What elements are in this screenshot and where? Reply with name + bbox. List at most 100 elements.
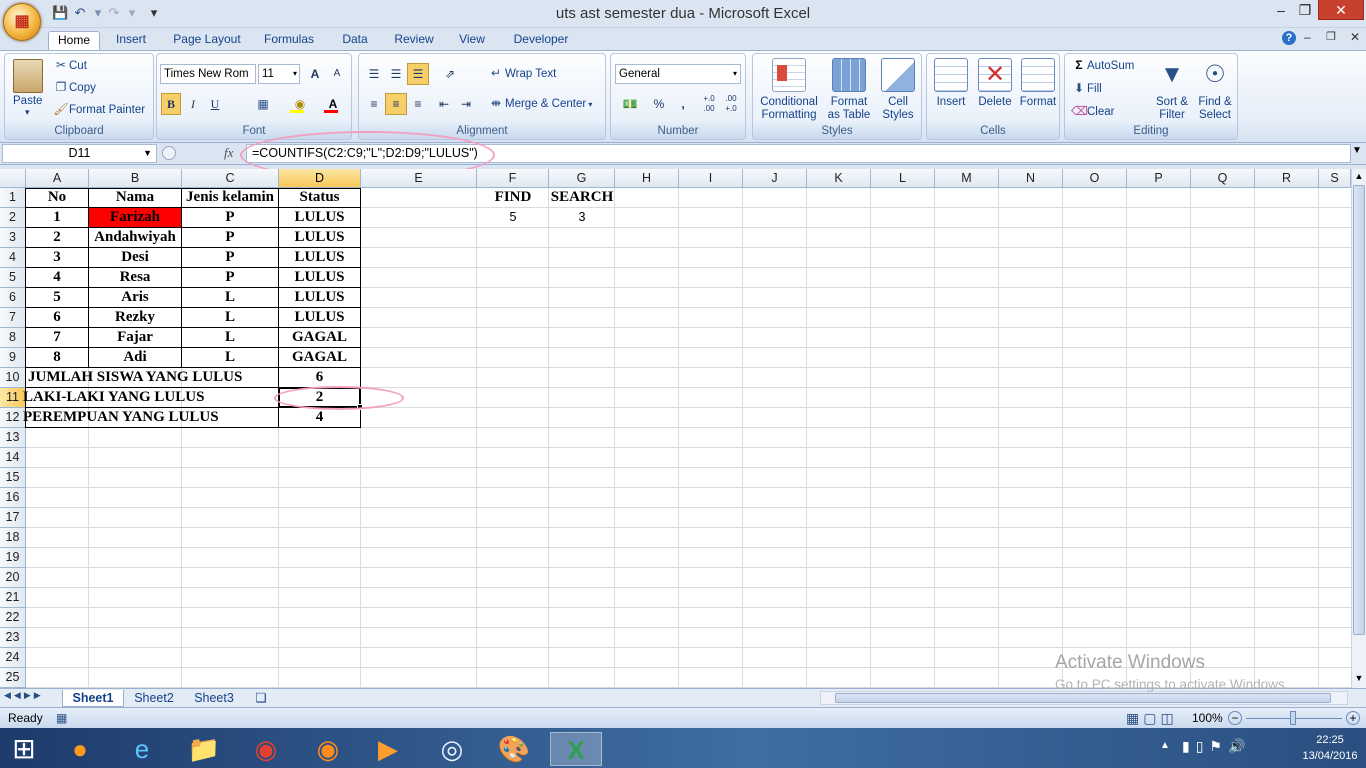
tab-formulas[interactable]: Formulas xyxy=(258,31,320,50)
tray-expand-icon[interactable]: ▲ xyxy=(1160,740,1170,751)
column-header-a[interactable]: A xyxy=(26,169,89,188)
customize-qat-icon[interactable]: ▾ xyxy=(146,5,162,21)
align-right-icon[interactable]: ≡ xyxy=(407,93,429,115)
zoom-slider-thumb[interactable] xyxy=(1290,711,1296,725)
save-icon[interactable]: 💾 xyxy=(52,5,68,21)
column-header-r[interactable]: R xyxy=(1255,169,1319,188)
table-cell[interactable]: Aris xyxy=(89,288,182,308)
table-cell[interactable]: GAGAL xyxy=(279,348,361,368)
row-header-15[interactable]: 15 xyxy=(0,468,26,488)
sheet-tab-1[interactable]: Sheet1 xyxy=(62,690,124,707)
zoom-out-icon[interactable]: − xyxy=(1228,711,1242,725)
table-cell[interactable]: LULUS xyxy=(279,248,361,268)
fill-button[interactable]: ⬇ Fill xyxy=(1071,81,1102,99)
search-header[interactable]: SEARCH xyxy=(549,188,615,208)
conditional-formatting-button[interactable]: Conditional Formatting xyxy=(755,56,823,124)
tab-view[interactable]: View xyxy=(452,31,492,50)
paint-icon[interactable]: 🎨 xyxy=(492,732,536,766)
ribbon-minimize-icon[interactable]: – xyxy=(1304,30,1311,44)
undo-icon[interactable]: ↶ xyxy=(72,5,88,21)
column-header-d[interactable]: D xyxy=(279,169,361,188)
tab-data[interactable]: Data xyxy=(334,31,376,50)
sheet-tab-3[interactable]: Sheet3 xyxy=(186,690,242,707)
clock-date[interactable]: 13/04/2016 xyxy=(1296,750,1364,762)
bold-button[interactable]: B xyxy=(161,93,181,115)
row-header-4[interactable]: 4 xyxy=(0,248,26,268)
tab-developer[interactable]: Developer xyxy=(506,31,576,50)
column-header-f[interactable]: F xyxy=(477,169,549,188)
font-size-combo[interactable]: 11 ▾ xyxy=(258,64,300,84)
row-header-19[interactable]: 19 xyxy=(0,548,26,568)
table-cell[interactable]: LULUS xyxy=(279,208,361,228)
row-header-18[interactable]: 18 xyxy=(0,528,26,548)
column-header-j[interactable]: J xyxy=(743,169,807,188)
font-color-button[interactable]: A xyxy=(319,93,347,115)
table-cell[interactable]: L xyxy=(182,328,279,348)
undo-dropdown-icon[interactable]: ▾ xyxy=(90,5,106,21)
row-header-22[interactable]: 22 xyxy=(0,608,26,628)
file-explorer-icon[interactable]: 📁 xyxy=(182,732,226,766)
ribbon-restore-icon[interactable]: ❐ xyxy=(1326,30,1336,43)
table-cell[interactable]: LULUS xyxy=(279,288,361,308)
merge-center-button[interactable]: ⇼ Merge & Center ▾ xyxy=(487,96,592,114)
decrease-decimal-button[interactable]: .00 +.0 xyxy=(721,93,741,115)
table-cell[interactable]: 5 xyxy=(26,288,89,308)
column-header-q[interactable]: Q xyxy=(1191,169,1255,188)
orientation-icon[interactable]: ⇗ xyxy=(435,63,465,85)
table-cell[interactable]: P xyxy=(182,228,279,248)
column-header-k[interactable]: K xyxy=(807,169,871,188)
row-header-10[interactable]: 10 xyxy=(0,368,26,388)
column-header-b[interactable]: B xyxy=(89,169,182,188)
excel-taskbar-icon[interactable]: X xyxy=(550,732,602,766)
name-box-resize-handle[interactable] xyxy=(162,146,176,160)
tab-review[interactable]: Review xyxy=(388,31,440,50)
column-header-e[interactable]: E xyxy=(361,169,477,188)
fill-color-button[interactable]: ◉ xyxy=(285,93,315,115)
active-cell-border[interactable] xyxy=(278,387,361,408)
table-cell[interactable]: P xyxy=(182,268,279,288)
network-app-icon[interactable]: ◎ xyxy=(430,732,474,766)
font-name-combo[interactable]: Times New Rom xyxy=(160,64,256,84)
number-format-combo[interactable]: General ▾ xyxy=(615,64,741,84)
office-button[interactable]: ▦ xyxy=(3,3,41,41)
paste-button[interactable]: Paste ▾ xyxy=(9,57,49,117)
table-cell[interactable]: Rezky xyxy=(89,308,182,328)
firefox-icon[interactable]: ◉ xyxy=(306,732,350,766)
table-cell[interactable]: 7 xyxy=(26,328,89,348)
row-header-9[interactable]: 9 xyxy=(0,348,26,368)
internet-explorer-icon[interactable]: e xyxy=(120,732,164,766)
table-cell[interactable]: L xyxy=(182,348,279,368)
align-top-icon[interactable]: ☰ xyxy=(363,63,385,85)
table-cell[interactable]: Fajar xyxy=(89,328,182,348)
row-header-13[interactable]: 13 xyxy=(0,428,26,448)
clear-button[interactable]: ⌫Clear xyxy=(1071,104,1114,122)
chrome-icon[interactable]: ◉ xyxy=(244,732,288,766)
underline-button[interactable]: U xyxy=(205,93,225,115)
row-header-25[interactable]: 25 xyxy=(0,668,26,688)
row-header-17[interactable]: 17 xyxy=(0,508,26,528)
increase-indent-icon[interactable]: ⇥ xyxy=(455,93,477,115)
column-header-h[interactable]: H xyxy=(615,169,679,188)
zoom-in-icon[interactable]: + xyxy=(1346,711,1360,725)
decrease-indent-icon[interactable]: ⇤ xyxy=(433,93,455,115)
table-cell[interactable]: 4 xyxy=(26,268,89,288)
delete-cells-button[interactable]: ✕ Delete xyxy=(973,56,1017,124)
comma-button[interactable]: , xyxy=(673,93,693,115)
insert-cells-button[interactable]: Insert xyxy=(929,56,973,124)
horizontal-scrollbar[interactable] xyxy=(820,691,1348,705)
row-header-1[interactable]: 1 xyxy=(0,188,26,208)
borders-button[interactable]: ▦ xyxy=(247,93,279,115)
align-center-icon[interactable]: ≡ xyxy=(385,93,407,115)
tab-home[interactable]: Home xyxy=(48,31,100,50)
table-cell[interactable]: 8 xyxy=(26,348,89,368)
grow-font-button[interactable]: A xyxy=(305,63,325,85)
wrap-text-button[interactable]: ↵ Wrap Text xyxy=(487,66,556,84)
table-header-cell[interactable]: Nama xyxy=(89,188,182,208)
italic-button[interactable]: I xyxy=(183,93,203,115)
column-header-s[interactable]: S xyxy=(1319,169,1351,188)
row-header-23[interactable]: 23 xyxy=(0,628,26,648)
row-header-24[interactable]: 24 xyxy=(0,648,26,668)
format-cells-button[interactable]: Format xyxy=(1017,56,1059,124)
row-header-8[interactable]: 8 xyxy=(0,328,26,348)
copy-button[interactable]: ❐ Copy xyxy=(53,80,96,98)
